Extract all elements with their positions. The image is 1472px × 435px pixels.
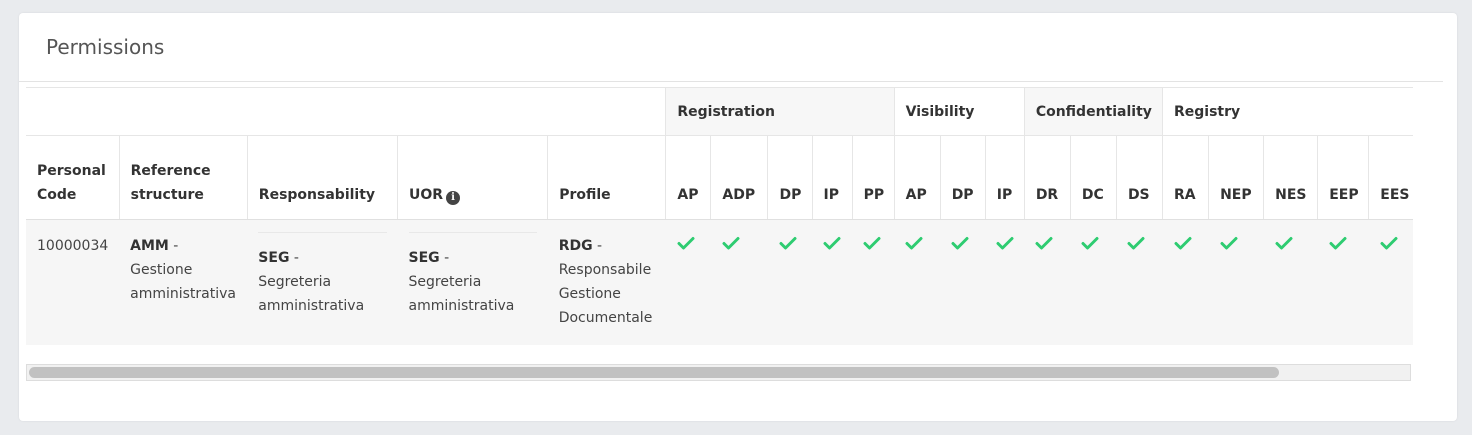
scrollbar-thumb[interactable] bbox=[29, 367, 1279, 378]
uor-code: SEG bbox=[408, 250, 440, 266]
perm-cell bbox=[1162, 219, 1209, 345]
check-icon bbox=[905, 237, 923, 250]
perm-cell bbox=[985, 219, 1025, 345]
col-reg-dp[interactable]: DP bbox=[767, 135, 813, 220]
check-icon bbox=[779, 237, 797, 250]
perm-cell bbox=[710, 219, 768, 345]
col-conf-dc[interactable]: DC bbox=[1069, 135, 1117, 220]
horizontal-scrollbar[interactable] bbox=[26, 364, 1411, 381]
check-icon bbox=[1380, 237, 1398, 250]
perm-cell bbox=[812, 219, 853, 345]
cell-reference-structure: AMM - Gestione amministrativa bbox=[119, 219, 248, 345]
col-personal-code[interactable]: Personal Code bbox=[26, 135, 120, 220]
col-reg-nes[interactable]: NES bbox=[1263, 135, 1318, 220]
structure-code: AMM bbox=[130, 238, 169, 254]
col-reg-ap[interactable]: AP bbox=[665, 135, 711, 220]
group-registry: Registry bbox=[1162, 87, 1413, 136]
permissions-table-container: Registration Visibility Confidentiality … bbox=[26, 87, 1413, 345]
col-conf-dr[interactable]: DR bbox=[1023, 135, 1071, 220]
col-vis-ip[interactable]: IP bbox=[984, 135, 1025, 220]
col-reg-eep[interactable]: EEP bbox=[1317, 135, 1369, 220]
perm-cell bbox=[767, 219, 813, 345]
check-icon bbox=[1127, 237, 1145, 250]
col-responsability[interactable]: Responsability bbox=[246, 135, 398, 220]
check-icon bbox=[1329, 237, 1347, 250]
info-circle-icon[interactable]: i bbox=[446, 191, 461, 205]
check-icon bbox=[1275, 237, 1293, 250]
col-vis-ap[interactable]: AP bbox=[893, 135, 941, 220]
check-icon bbox=[1081, 237, 1099, 250]
check-icon bbox=[823, 237, 841, 250]
perm-cell bbox=[894, 219, 941, 345]
profile-code: RDG bbox=[558, 238, 593, 254]
perm-cell bbox=[1116, 219, 1163, 345]
check-icon bbox=[1220, 237, 1238, 250]
group-header-row: Registration Visibility Confidentiality … bbox=[26, 87, 1413, 136]
perm-cell bbox=[1368, 219, 1413, 345]
perm-cell bbox=[665, 219, 711, 345]
col-vis-dp[interactable]: DP bbox=[939, 135, 986, 220]
check-icon bbox=[1174, 237, 1191, 250]
divider bbox=[19, 81, 1443, 82]
perm-cell bbox=[1024, 219, 1071, 345]
col-reference-structure[interactable]: Reference structure bbox=[118, 135, 248, 220]
table-row: 10000034 AMM - Gestione amministrativa S… bbox=[26, 219, 1413, 345]
cell-uor: SEG - Segreteria amministrativa bbox=[397, 219, 548, 345]
cell-profile: RDG - Responsabile Gestione Documentale bbox=[547, 219, 666, 345]
col-reg-adp[interactable]: ADP bbox=[710, 135, 768, 220]
group-confidentiality: Confidentiality bbox=[1023, 87, 1163, 136]
col-conf-ds[interactable]: DS bbox=[1115, 135, 1163, 220]
check-icon bbox=[677, 237, 695, 250]
col-profile[interactable]: Profile bbox=[547, 135, 666, 220]
col-reg-ees[interactable]: EES bbox=[1368, 135, 1413, 220]
cell-personal-code: 10000034 bbox=[26, 219, 120, 345]
group-registration: Registration bbox=[665, 87, 895, 136]
group-spacer bbox=[26, 87, 666, 136]
perm-cell bbox=[1208, 219, 1264, 345]
col-reg-nep[interactable]: NEP bbox=[1208, 135, 1264, 220]
check-icon bbox=[722, 237, 740, 250]
perm-cell bbox=[940, 219, 986, 345]
responsability-code: SEG bbox=[258, 250, 290, 266]
col-reg-pp[interactable]: PP bbox=[851, 135, 895, 220]
col-uor-label: UOR bbox=[409, 187, 444, 203]
col-reg-ra[interactable]: RA bbox=[1161, 135, 1209, 220]
perm-cell bbox=[1317, 219, 1369, 345]
group-visibility: Visibility bbox=[893, 87, 1025, 136]
col-reg-ip[interactable]: IP bbox=[811, 135, 853, 220]
col-uor[interactable]: UOR i bbox=[396, 135, 548, 220]
check-icon bbox=[1035, 237, 1053, 250]
permissions-table: Registration Visibility Confidentiality … bbox=[26, 87, 1413, 345]
perm-cell bbox=[1263, 219, 1318, 345]
check-icon bbox=[996, 237, 1014, 250]
panel-title: Permissions bbox=[46, 35, 165, 59]
perm-cell bbox=[852, 219, 895, 345]
check-icon bbox=[951, 237, 969, 250]
column-header-row: Personal Code Reference structure Responsa… bbox=[26, 135, 1413, 220]
check-icon bbox=[863, 237, 881, 250]
cell-responsability: SEG - Segreteria amministrativa bbox=[247, 219, 398, 345]
perm-cell bbox=[1070, 219, 1117, 345]
